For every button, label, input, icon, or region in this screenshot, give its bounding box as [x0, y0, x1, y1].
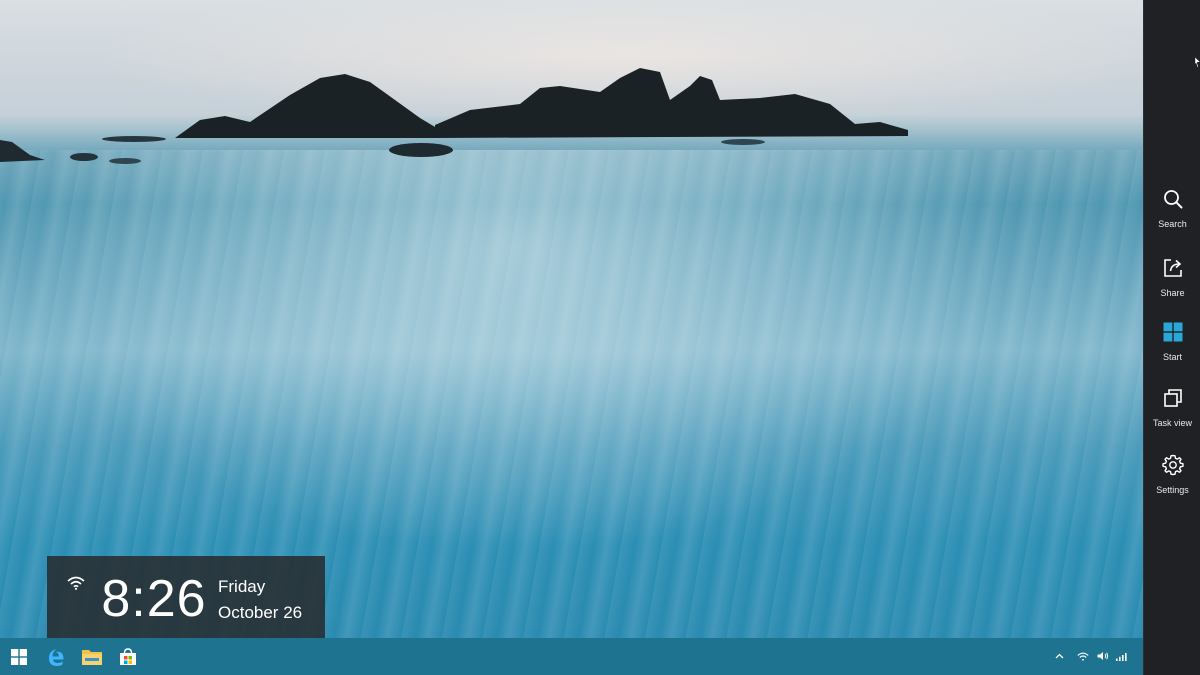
edge-button[interactable] — [42, 643, 70, 671]
network-tray-button[interactable] — [1076, 648, 1090, 664]
store-button[interactable] — [114, 643, 142, 671]
charm-start[interactable]: Start — [1144, 316, 1200, 374]
gear-icon — [1161, 454, 1184, 476]
clock-day: Friday — [218, 577, 266, 596]
store-icon — [120, 648, 136, 665]
chevron-up-icon — [1055, 653, 1063, 659]
charm-start-label: Start — [1162, 352, 1182, 362]
windows-logo-icon — [11, 649, 27, 665]
wifi-icon — [1077, 652, 1089, 661]
charm-task-view-label: Task view — [1152, 418, 1192, 428]
charm-task-view[interactable]: Task view — [1144, 382, 1200, 440]
mouse-cursor-icon — [1195, 57, 1200, 68]
folder-icon — [82, 650, 102, 665]
charm-share-label: Share — [1160, 288, 1185, 298]
volume-tray-button[interactable] — [1096, 648, 1110, 664]
show-hidden-icons-button[interactable] — [1052, 648, 1066, 664]
charm-settings[interactable]: Settings — [1144, 449, 1200, 507]
windows-logo-icon — [1163, 322, 1182, 342]
cellular-tray-button[interactable] — [1114, 648, 1128, 664]
share-icon — [1163, 259, 1182, 277]
charm-share[interactable]: Share — [1144, 252, 1200, 310]
lock-clock-widget: 8:26 Friday October 26 — [47, 556, 325, 641]
clock-date: October 26 — [218, 603, 303, 622]
file-explorer-button[interactable] — [78, 643, 106, 671]
charm-search[interactable]: Search — [1144, 183, 1200, 241]
charms-bar: Search Share Start Task view Settings — [1143, 0, 1200, 675]
signal-icon — [1115, 652, 1127, 661]
taskbar — [0, 638, 1143, 675]
volume-icon — [1097, 652, 1109, 660]
wifi-icon — [67, 576, 85, 590]
clock-time: 8:26 — [101, 570, 207, 628]
edge-icon — [49, 649, 64, 666]
sea-rocks — [0, 68, 908, 164]
desktop-wallpaper — [0, 0, 1143, 638]
charm-search-label: Search — [1158, 219, 1187, 229]
start-button[interactable] — [5, 643, 33, 671]
task-view-icon — [1163, 389, 1182, 407]
charm-settings-label: Settings — [1156, 485, 1189, 495]
search-icon — [1163, 190, 1182, 209]
